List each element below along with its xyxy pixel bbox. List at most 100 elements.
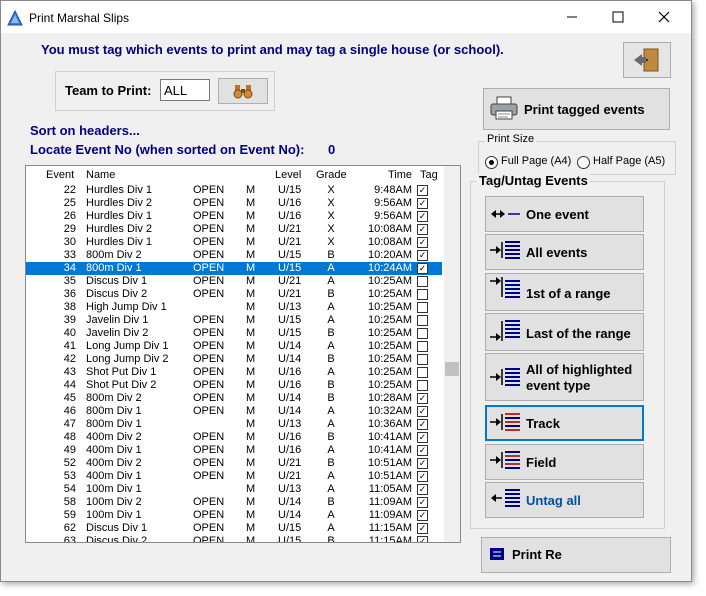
last-of-range-button[interactable]: Last of the range: [485, 313, 644, 351]
tag-checkbox[interactable]: ✓: [417, 510, 428, 521]
tag-checkbox[interactable]: ✓: [417, 198, 428, 209]
tag-checkbox[interactable]: [417, 341, 428, 352]
print-report-label: Print Re: [512, 547, 562, 562]
tag-checkbox[interactable]: ✓: [417, 484, 428, 495]
tag-checkbox[interactable]: [417, 354, 428, 365]
cell-gender: M: [246, 301, 256, 313]
cell-level: U/14: [278, 353, 302, 365]
table-row[interactable]: 63 Discus Div 2 OPEN M U/15 B 11:15AM ✓: [26, 535, 442, 542]
table-row[interactable]: 52 400m Div 2 OPEN M U/21 B 10:51AM ✓: [26, 457, 442, 470]
table-row[interactable]: 30 Hurdles Div 1 OPEN M U/21 X 10:08AM ✓: [26, 236, 442, 249]
header-time[interactable]: Time: [388, 169, 412, 181]
header-tag[interactable]: Tag: [420, 169, 438, 181]
exit-button[interactable]: [623, 42, 671, 78]
cell-event: 62: [63, 522, 76, 534]
table-row[interactable]: 36 Discus Div 2 OPEN M U/21 B 10:25AM: [26, 288, 442, 301]
field-button[interactable]: Field: [485, 444, 644, 480]
highlighted-event-type-label: All of highlighted event type: [526, 362, 633, 393]
table-row[interactable]: 45 800m Div 2 OPEN M U/14 B 10:28AM ✓: [26, 392, 442, 405]
cell-gender: M: [246, 496, 256, 508]
find-button[interactable]: [218, 78, 268, 104]
table-row[interactable]: 46 800m Div 1 OPEN M U/14 A 10:32AM ✓: [26, 405, 442, 418]
print-report-button[interactable]: Print Re: [481, 537, 671, 573]
tag-checkbox[interactable]: ✓: [417, 185, 428, 196]
tag-checkbox[interactable]: ✓: [417, 406, 428, 417]
one-event-button[interactable]: One event: [485, 196, 644, 232]
cell-time: 10:51AM: [367, 470, 412, 482]
table-row[interactable]: 47 800m Div 1 M U/13 A 10:36AM ✓: [26, 418, 442, 431]
cell-time: 10:25AM: [367, 353, 412, 365]
radio-half-page-label: Half Page (A5): [593, 155, 666, 167]
table-row[interactable]: 42 Long Jump Div 2 OPEN M U/14 B 10:25AM: [26, 353, 442, 366]
cell-gender: M: [246, 353, 256, 365]
close-button[interactable]: [641, 1, 687, 33]
tag-checkbox[interactable]: ✓: [417, 263, 428, 274]
tag-checkbox[interactable]: ✓: [417, 224, 428, 235]
table-row[interactable]: 40 Javelin Div 2 OPEN M U/15 B 10:25AM: [26, 327, 442, 340]
tag-checkbox[interactable]: ✓: [417, 445, 428, 456]
tag-checkbox[interactable]: ✓: [417, 237, 428, 248]
table-row[interactable]: 35 Discus Div 1 OPEN M U/21 A 10:25AM: [26, 275, 442, 288]
tag-checkbox[interactable]: ✓: [417, 432, 428, 443]
tag-checkbox[interactable]: [417, 380, 428, 391]
table-row[interactable]: 53 400m Div 1 OPEN M U/21 A 10:51AM ✓: [26, 470, 442, 483]
header-event[interactable]: Event: [46, 169, 74, 181]
highlighted-event-type-button[interactable]: All of highlighted event type: [485, 353, 644, 401]
cell-name: 100m Div 1: [86, 509, 142, 521]
table-row[interactable]: 29 Hurdles Div 2 OPEN M U/21 X 10:08AM ✓: [26, 223, 442, 236]
table-row[interactable]: 33 800m Div 2 OPEN M U/15 B 10:20AM ✓: [26, 249, 442, 262]
radio-half-page[interactable]: [577, 156, 590, 169]
table-row[interactable]: 59 100m Div 1 OPEN M U/14 A 11:09AM ✓: [26, 509, 442, 522]
table-row[interactable]: 49 400m Div 1 OPEN M U/16 A 10:41AM ✓: [26, 444, 442, 457]
table-row[interactable]: 26 Hurdles Div 1 OPEN M U/16 X 9:56AM ✓: [26, 210, 442, 223]
table-row[interactable]: 34 800m Div 1 OPEN M U/15 A 10:24AM ✓: [26, 262, 442, 275]
table-row[interactable]: 25 Hurdles Div 2 OPEN M U/16 X 9:56AM ✓: [26, 197, 442, 210]
tag-checkbox[interactable]: [417, 328, 428, 339]
untag-all-button[interactable]: Untag all: [485, 482, 644, 518]
table-row[interactable]: 22 Hurdles Div 1 OPEN M U/15 X 9:48AM ✓: [26, 184, 442, 197]
tag-checkbox[interactable]: [417, 367, 428, 378]
table-row[interactable]: 44 Shot Put Div 2 OPEN M U/16 B 10:25AM: [26, 379, 442, 392]
tag-checkbox[interactable]: ✓: [417, 250, 428, 261]
tag-checkbox[interactable]: ✓: [417, 211, 428, 222]
team-input[interactable]: ALL: [160, 79, 210, 101]
first-of-range-button[interactable]: 1st of a range: [485, 273, 644, 311]
table-row[interactable]: 41 Long Jump Div 1 OPEN M U/14 A 10:25AM: [26, 340, 442, 353]
cell-level: U/16: [278, 431, 302, 443]
table-row[interactable]: 39 Javelin Div 1 OPEN M U/15 A 10:25AM: [26, 314, 442, 327]
table-row[interactable]: 48 400m Div 2 OPEN M U/16 B 10:41AM ✓: [26, 431, 442, 444]
tag-checkbox[interactable]: ✓: [417, 393, 428, 404]
minimize-button[interactable]: [549, 1, 595, 33]
cell-grade: X: [327, 223, 335, 235]
maximize-button[interactable]: [595, 1, 641, 33]
tag-checkbox[interactable]: ✓: [417, 471, 428, 482]
vertical-scrollbar[interactable]: [444, 166, 460, 542]
tag-checkbox[interactable]: ✓: [417, 497, 428, 508]
header-grade[interactable]: Grade: [316, 169, 347, 181]
cell-event: 58: [63, 496, 76, 508]
cell-grade: X: [327, 184, 335, 196]
tag-checkbox[interactable]: ✓: [417, 523, 428, 534]
table-row[interactable]: 62 Discus Div 1 OPEN M U/15 A 11:15AM ✓: [26, 522, 442, 535]
header-name[interactable]: Name: [86, 169, 115, 181]
tag-checkbox[interactable]: [417, 302, 428, 313]
tag-checkbox[interactable]: [417, 289, 428, 300]
table-row[interactable]: 43 Shot Put Div 1 OPEN M U/16 A 10:25AM: [26, 366, 442, 379]
cell-event: 53: [63, 470, 76, 482]
track-button[interactable]: Track: [485, 405, 644, 441]
tag-checkbox[interactable]: [417, 276, 428, 287]
print-size-group: Full Page (A4) Half Page (A5): [478, 141, 676, 175]
header-level[interactable]: Level: [275, 169, 301, 181]
cell-event: 35: [63, 275, 76, 287]
all-events-button[interactable]: All events: [485, 234, 644, 270]
table-row[interactable]: 38 High Jump Div 1 M U/13 A 10:25AM: [26, 301, 442, 314]
tag-checkbox[interactable]: ✓: [417, 536, 428, 542]
scrollbar-thumb[interactable]: [445, 362, 459, 376]
tag-checkbox[interactable]: ✓: [417, 458, 428, 469]
radio-full-page[interactable]: [485, 156, 498, 169]
print-tagged-events-button[interactable]: Print tagged events: [483, 88, 670, 130]
tag-checkbox[interactable]: [417, 315, 428, 326]
table-row[interactable]: 54 100m Div 1 M U/13 A 11:05AM ✓: [26, 483, 442, 496]
tag-checkbox[interactable]: ✓: [417, 419, 428, 430]
table-row[interactable]: 58 100m Div 2 OPEN M U/14 B 11:09AM ✓: [26, 496, 442, 509]
